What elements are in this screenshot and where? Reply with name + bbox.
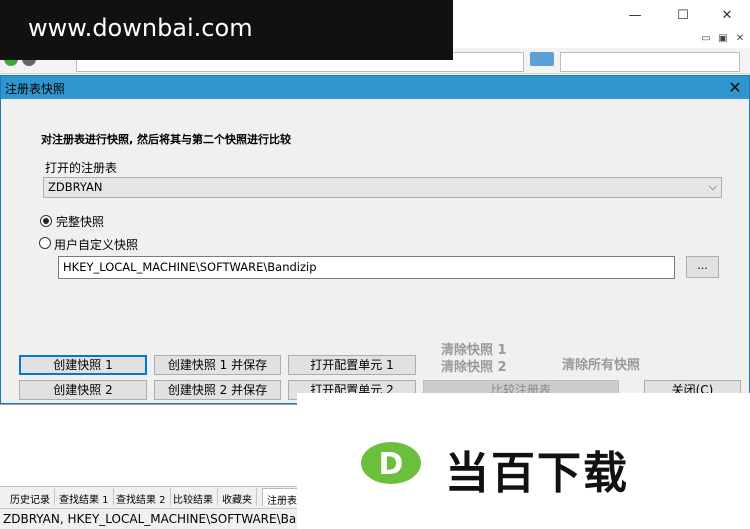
close-window-button[interactable]: ✕ <box>704 0 750 30</box>
tab-favorites[interactable]: 收藏夹 <box>218 488 257 506</box>
mdi-minimize-button[interactable]: ▭ <box>698 31 714 46</box>
browse-button[interactable]: ... <box>686 256 719 278</box>
registry-snapshot-dialog: 注册表快照 ✕ 对注册表进行快照, 然后将其与第二个快照进行比较 打开的注册表 … <box>0 75 750 404</box>
key-path-input[interactable]: HKEY_LOCAL_MACHINE\SOFTWARE\Bandizip <box>58 256 675 279</box>
create-snapshot-1-button[interactable]: 创建快照 1 <box>19 355 147 375</box>
tab-find-results-2[interactable]: 查找结果 2 <box>112 488 171 506</box>
mdi-close-button[interactable]: ✕ <box>732 31 748 46</box>
custom-snapshot-label: 用户自定义快照 <box>54 238 139 252</box>
logo-letter: D <box>379 447 404 482</box>
chevron-down-icon: ⌵ <box>708 180 717 193</box>
tab-find-results-1[interactable]: 查找结果 1 <box>55 488 114 506</box>
tab-compare-results[interactable]: 比较结果 <box>169 488 218 506</box>
mdi-restore-button[interactable]: ▣ <box>715 31 731 46</box>
watermark-logo-panel: D 当百下载 <box>297 393 750 529</box>
watermark-banner: www.downbai.com <box>0 0 453 60</box>
clear-snapshot-2-link[interactable]: 清除快照 2 <box>441 356 507 375</box>
hive-label: 打开的注册表 <box>45 161 118 175</box>
tab-registry[interactable]: 注册表 <box>262 488 298 506</box>
full-snapshot-label: 完整快照 <box>56 215 105 229</box>
instruction-text: 对注册表进行快照, 然后将其与第二个快照进行比较 <box>41 133 292 146</box>
brand-name: 当百下载 <box>445 448 629 499</box>
go-icon[interactable] <box>530 52 554 66</box>
full-snapshot-radio[interactable] <box>40 215 52 227</box>
search-field[interactable] <box>560 52 740 72</box>
hive-select-value: ZDBRYAN <box>48 180 103 194</box>
dialog-close-icon[interactable]: ✕ <box>725 77 745 97</box>
dialog-title: 注册表快照 <box>5 82 66 96</box>
tab-history[interactable]: 历史记录 <box>6 488 55 506</box>
create-snapshot-1-save-button[interactable]: 创建快照 1 并保存 <box>154 355 281 375</box>
create-snapshot-2-save-button[interactable]: 创建快照 2 并保存 <box>154 380 281 400</box>
brand-logo-icon: D <box>361 442 421 484</box>
create-snapshot-2-button[interactable]: 创建快照 2 <box>19 380 147 400</box>
minimize-button[interactable]: — <box>612 0 658 30</box>
dialog-titlebar: 注册表快照 ✕ <box>1 76 749 99</box>
hive-select[interactable]: ZDBRYAN ⌵ <box>43 177 722 198</box>
custom-snapshot-radio[interactable] <box>39 237 51 249</box>
maximize-button[interactable]: ☐ <box>660 0 706 30</box>
clear-all-snapshots-link[interactable]: 清除所有快照 <box>562 354 640 373</box>
open-hive-1-button[interactable]: 打开配置单元 1 <box>288 355 416 375</box>
